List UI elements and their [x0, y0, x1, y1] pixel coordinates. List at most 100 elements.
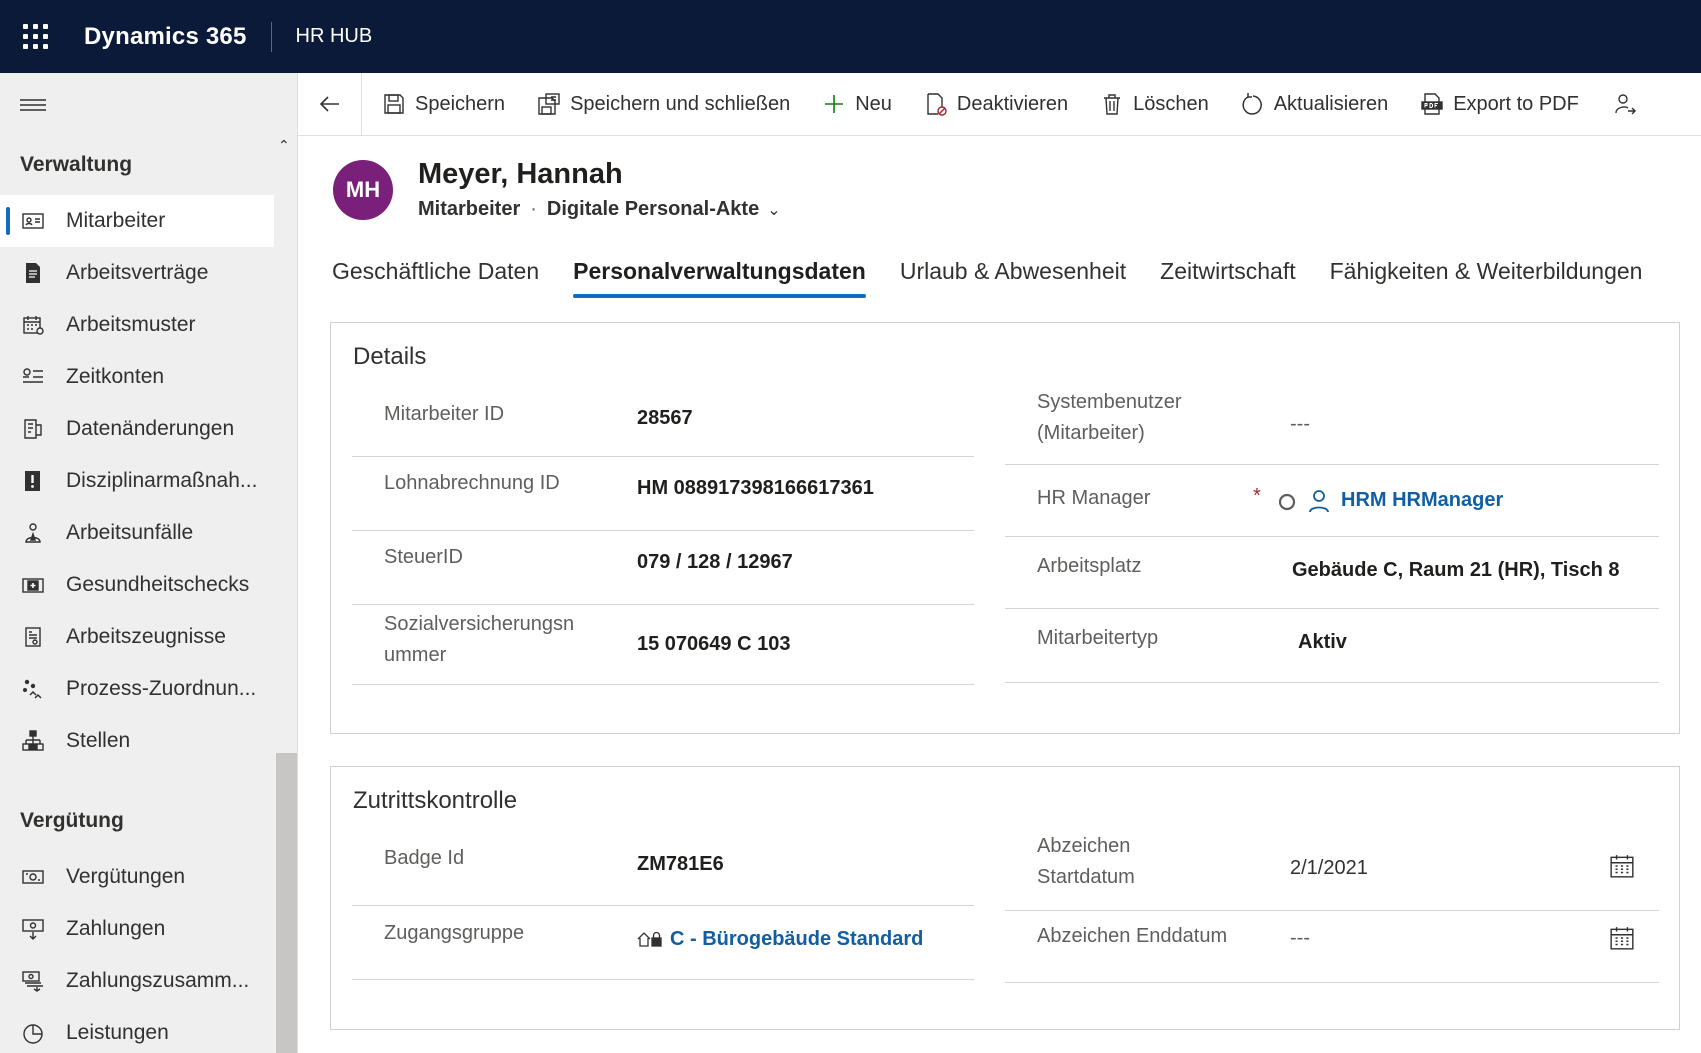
- warning-document-icon: [20, 468, 46, 494]
- contact-card-icon: [20, 208, 46, 234]
- section-title: Zutrittskontrolle: [353, 787, 518, 814]
- field-label: Mitarbeiter ID: [384, 403, 505, 425]
- separator-dot: ·: [530, 198, 537, 220]
- group-title-verguetung: Vergütung: [20, 809, 124, 832]
- sidebar-item-label: Stellen: [66, 729, 131, 752]
- tab-urlaub-abwesenheit[interactable]: Urlaub & Abwesenheit: [900, 258, 1126, 300]
- field-label: Badge Id: [384, 847, 465, 869]
- field-value[interactable]: ---: [1290, 413, 1310, 436]
- zugangsgruppe-link[interactable]: C - Bürogebäude Standard: [670, 928, 923, 951]
- refresh-icon: [1242, 93, 1262, 115]
- refresh-button[interactable]: Aktualisieren: [1225, 73, 1405, 136]
- delete-button[interactable]: Löschen: [1084, 73, 1225, 136]
- field-value[interactable]: Aktiv: [1298, 631, 1347, 654]
- sidebar: ⌃ Verwaltung Mitarbeiter Arbeitsverträge…: [0, 73, 298, 1053]
- sidebar-item-leistungen[interactable]: Leistungen: [0, 1007, 274, 1053]
- field-abzeichen-enddatum: Abzeichen Enddatum ---: [1005, 911, 1659, 983]
- money-stack-icon: [20, 968, 46, 994]
- deactivate-button[interactable]: Deaktivieren: [908, 73, 1084, 136]
- deactivate-label: Deaktivieren: [956, 92, 1069, 115]
- app-launcher-button[interactable]: [0, 0, 70, 73]
- required-indicator: *: [1253, 485, 1261, 507]
- field-label: Abzeichen Startdatum: [1037, 835, 1135, 888]
- sidebar-item-disziplinarmassnahmen[interactable]: Disziplinarmaßnah...: [0, 455, 274, 507]
- sidebar-item-stellen[interactable]: Stellen: [0, 715, 274, 767]
- new-button[interactable]: Neu: [806, 73, 908, 136]
- assign-person-icon: [1615, 94, 1636, 115]
- new-label: Neu: [855, 92, 892, 115]
- avatar: MH: [333, 160, 393, 220]
- user-icon: [1309, 490, 1329, 513]
- field-label: Sozialversicherungsn ummer: [384, 613, 575, 666]
- tab-zeitwirtschaft[interactable]: Zeitwirtschaft: [1160, 258, 1295, 300]
- sidebar-item-prozess-zuordnungen[interactable]: Prozess-Zuordnun...: [0, 663, 274, 715]
- hamburger-icon[interactable]: [20, 99, 46, 113]
- calendar-icon[interactable]: [1609, 925, 1635, 951]
- save-and-close-button[interactable]: Speichern und schließen: [521, 73, 806, 136]
- field-mitarbeiter-id: Mitarbeiter ID 28567: [352, 387, 974, 457]
- sidebar-item-zahlungen[interactable]: Zahlungen: [0, 903, 274, 955]
- field-value[interactable]: 28567: [637, 407, 693, 430]
- tab-personalverwaltungsdaten[interactable]: Personalverwaltungsdaten: [573, 258, 866, 300]
- org-chart-icon: [20, 728, 46, 754]
- sidebar-item-zahlungszusammenfassung[interactable]: Zahlungszusamm...: [0, 955, 274, 1007]
- brand-title[interactable]: Dynamics 365: [84, 23, 247, 51]
- secured-group-icon: [637, 931, 662, 947]
- waffle-icon: [22, 24, 48, 49]
- field-mitarbeitertyp: Mitarbeitertyp Aktiv: [1005, 609, 1659, 683]
- sidebar-item-arbeitszeugnisse[interactable]: Arbeitszeugnisse: [0, 611, 274, 663]
- sidebar-item-zeitkonten[interactable]: Zeitkonten: [0, 351, 274, 403]
- money-down-icon: [20, 916, 46, 942]
- top-bar: Dynamics 365 HR HUB: [0, 0, 1701, 73]
- sidebar-item-label: Mitarbeiter: [66, 209, 166, 232]
- calendar-grid-icon: [20, 312, 46, 338]
- field-label: HR Manager: [1037, 487, 1151, 509]
- delete-icon: [1104, 94, 1121, 115]
- group-title-verwaltung: Verwaltung: [20, 153, 133, 176]
- app-name[interactable]: HR HUB: [296, 25, 373, 48]
- tab-geschaeftliche-daten[interactable]: Geschäftliche Daten: [332, 258, 539, 300]
- sidebar-item-mitarbeiter[interactable]: Mitarbeiter: [0, 195, 274, 247]
- field-value[interactable]: 079 / 128 / 12967: [637, 551, 793, 574]
- back-button[interactable]: [298, 72, 362, 136]
- field-sozialversicherungsnummer: Sozialversicherungsn ummer 15 070649 C 1…: [352, 605, 974, 685]
- export-pdf-button[interactable]: Export to PDF: [1404, 73, 1595, 136]
- delete-label: Löschen: [1133, 92, 1209, 115]
- field-value[interactable]: 15 070649 C 103: [637, 633, 790, 656]
- field-hr-manager: HR Manager * HRM HRManager: [1005, 465, 1659, 537]
- chevron-down-icon[interactable]: ⌄: [767, 200, 780, 220]
- hr-manager-link[interactable]: HRM HRManager: [1341, 489, 1503, 512]
- form-selector[interactable]: Digitale Personal-Akte: [547, 198, 759, 221]
- field-value[interactable]: ---: [1290, 927, 1310, 950]
- assign-button[interactable]: [1595, 73, 1662, 136]
- sidebar-item-verguetungen[interactable]: Vergütungen: [0, 851, 274, 903]
- sidebar-item-datenaenderungen[interactable]: Datenänderungen: [0, 403, 274, 455]
- sidebar-scrollbar[interactable]: [276, 753, 297, 1053]
- sidebar-item-arbeitsunfaelle[interactable]: Arbeitsunfälle: [0, 507, 274, 559]
- save-close-icon: [538, 93, 560, 115]
- sidebar-item-gesundheitschecks[interactable]: Gesundheitschecks: [0, 559, 274, 611]
- command-bar: Speichern Speichern und schließen Neu De…: [298, 72, 1701, 136]
- field-value[interactable]: Gebäude C, Raum 21 (HR), Tisch 8: [1292, 559, 1620, 582]
- field-value[interactable]: ZM781E6: [637, 853, 724, 876]
- sidebar-item-arbeitsmuster[interactable]: Arbeitsmuster: [0, 299, 274, 351]
- sidebar-item-label: Zeitkonten: [66, 365, 165, 388]
- sidebar-item-label: Vergütungen: [66, 865, 186, 888]
- refresh-label: Aktualisieren: [1273, 92, 1389, 115]
- calendar-icon[interactable]: [1609, 853, 1635, 879]
- tab-faehigkeiten-weiterbildungen[interactable]: Fähigkeiten & Weiterbildungen: [1330, 258, 1643, 300]
- field-value[interactable]: 2/1/2021: [1290, 857, 1368, 880]
- form-tabs: Geschäftliche Daten Personalverwaltungsd…: [332, 258, 1676, 300]
- field-arbeitsplatz: Arbeitsplatz Gebäude C, Raum 21 (HR), Ti…: [1005, 537, 1659, 609]
- sidebar-item-label: Prozess-Zuordnun...: [66, 677, 257, 700]
- save-and-close-label: Speichern und schließen: [570, 92, 791, 115]
- sidebar-item-label: Arbeitsmuster: [66, 313, 196, 336]
- deactivate-icon: [927, 93, 947, 116]
- field-value[interactable]: HM 088917398166617361: [637, 477, 874, 500]
- sidebar-item-label: Disziplinarmaßnah...: [66, 469, 258, 492]
- field-label: Lohnabrechnung ID: [384, 472, 560, 494]
- sidebar-item-arbeitsvertraege[interactable]: Arbeitsverträge: [0, 247, 274, 299]
- collapse-group-icon[interactable]: ⌃: [278, 137, 290, 154]
- export-pdf-label: Export to PDF: [1453, 92, 1579, 115]
- save-button[interactable]: Speichern: [362, 73, 521, 136]
